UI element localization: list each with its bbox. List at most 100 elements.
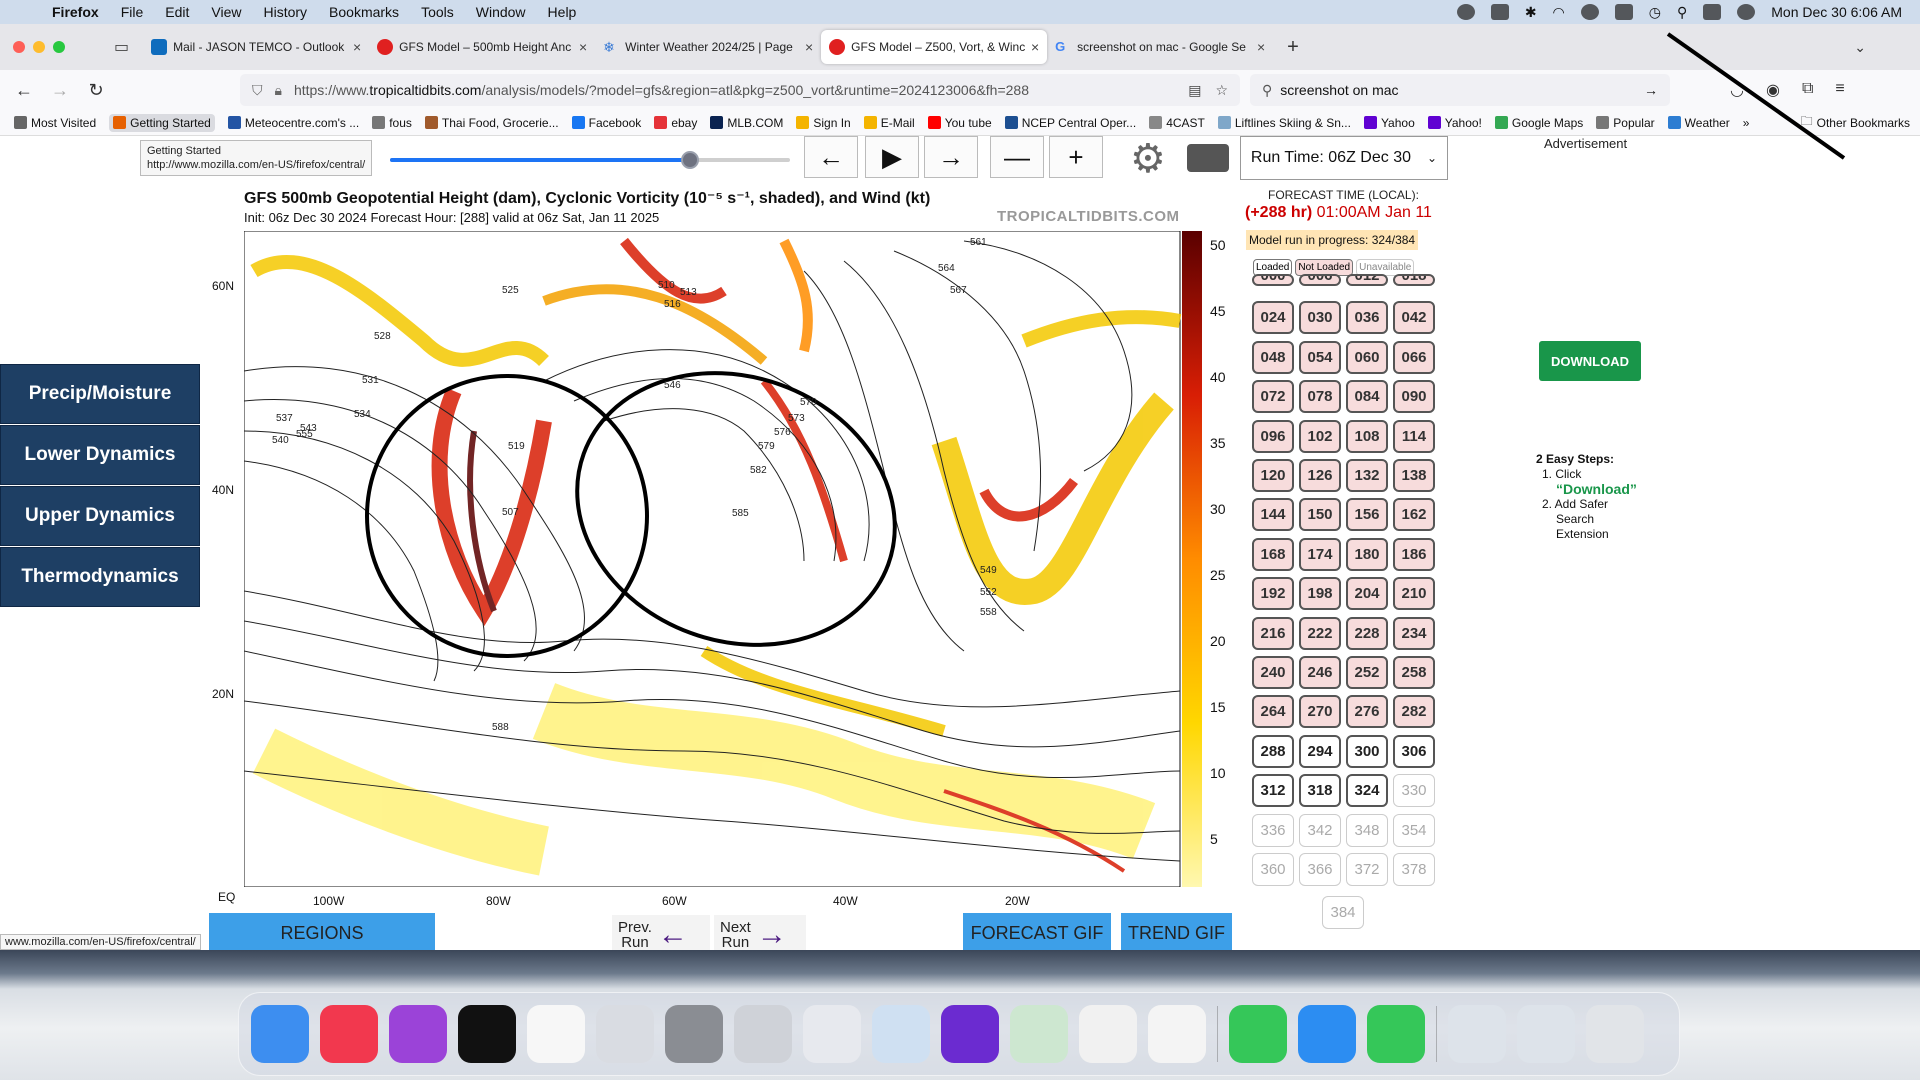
forecast-hour-button[interactable]: 156 [1346,498,1388,532]
menu-view[interactable]: View [211,4,241,20]
forecast-hour-button[interactable]: 240 [1252,656,1294,689]
step-forward-button[interactable]: → [924,136,978,178]
blocked-app-icon[interactable] [1010,1005,1068,1063]
forecast-hour-button[interactable]: 282 [1393,695,1435,729]
forecast-hour-button[interactable]: 090 [1393,380,1435,414]
sidebar-item-precip-moisture[interactable]: Precip/Moisture [0,364,200,424]
forecast-hour-button[interactable]: 054 [1299,340,1341,374]
regions-button[interactable]: REGIONS [209,913,435,950]
forecast-hour-button[interactable]: 012 [1346,274,1388,286]
forecast-hour-button[interactable]: 000 [1252,274,1294,286]
prev-run-button[interactable]: Prev. Run ← [612,915,710,950]
forecast-hour-button[interactable]: 312 [1252,774,1294,808]
forecast-hour-button[interactable]: 234 [1393,616,1435,650]
bookmark-item[interactable]: Liftlines Skiing & Sn... [1217,116,1351,130]
menu-bookmarks[interactable]: Bookmarks [329,4,399,20]
bookmark-item[interactable]: NCEP Central Oper... [1004,116,1136,130]
forecast-hour-button[interactable]: 198 [1299,577,1341,611]
forecast-hour-button[interactable]: 102 [1299,419,1341,453]
forecast-hour-button[interactable]: 210 [1393,577,1435,611]
tracking-shield-icon[interactable]: ⛉ [252,82,263,99]
url-bar[interactable]: ⛉ 🔒︎ https://www. tropicaltidbits.com/ana… [240,74,1240,106]
close-icon[interactable]: × [1031,39,1039,55]
forecast-hour-button[interactable]: 144 [1252,498,1294,532]
chrome-icon[interactable] [1079,1005,1137,1063]
new-tab-button[interactable]: + [1287,36,1299,59]
forecast-hour-button[interactable]: 048 [1252,340,1294,374]
forecast-hour-button[interactable]: 222 [1299,616,1341,650]
forecast-hour-button[interactable]: 294 [1299,734,1341,768]
menu-tools[interactable]: Tools [421,4,454,20]
trash-icon[interactable] [1586,1005,1644,1063]
bookmark-item[interactable]: Yahoo! [1427,116,1482,130]
tab-winter-weather[interactable]: ❄ Winter Weather 2024/25 | Page × [595,30,821,64]
menu-help[interactable]: Help [548,4,577,20]
other-bookmarks[interactable]: 🗀 Other Bookmarks [1801,112,1910,133]
forecast-hour-slider[interactable] [390,151,790,169]
bookmark-star-icon[interactable]: ☆ [1215,82,1228,99]
menu-hamburger-icon[interactable]: ≡ [1835,80,1844,100]
forecast-hour-button[interactable]: 174 [1299,537,1341,571]
close-icon[interactable]: × [579,39,587,55]
messages-icon[interactable] [1229,1005,1287,1063]
menu-window[interactable]: Window [476,4,526,20]
bluetooth-icon[interactable]: ✱ [1525,4,1537,21]
forecast-hour-button[interactable]: 270 [1299,695,1341,729]
forecast-hour-button[interactable]: 252 [1346,656,1388,689]
clock-icon[interactable]: ◷ [1649,4,1661,21]
bookmark-item[interactable]: MLB.COM [710,116,783,130]
forecast-gif-button[interactable]: FORECAST GIF [963,913,1111,950]
forecast-hour-button[interactable]: 138 [1393,459,1435,492]
forecast-hour-button[interactable]: 306 [1393,734,1435,768]
forecast-hour-button[interactable]: 192 [1252,577,1294,611]
bookmark-item[interactable]: Sign In [796,116,851,130]
forecast-hour-button[interactable]: 096 [1252,419,1294,453]
mail-icon[interactable] [1298,1005,1356,1063]
downloads-icon[interactable] [1448,1005,1506,1063]
display-icon[interactable] [1614,4,1633,20]
music-icon[interactable] [320,1005,378,1063]
forecast-hour-button[interactable]: 186 [1393,537,1435,571]
bookmark-item[interactable]: Meteocentre.com's ... [227,116,359,130]
forecast-hour-button[interactable]: 216 [1252,616,1294,650]
pocket-icon[interactable]: ◡ [1730,80,1744,100]
control-center-icon[interactable] [1703,4,1722,20]
forecast-hour-button[interactable]: 288 [1252,734,1294,768]
forecast-hour-button[interactable]: 018 [1393,274,1435,286]
forecast-hour-button[interactable]: 126 [1299,459,1341,492]
bookmark-item[interactable]: Facebook [571,116,641,130]
bookmark-item[interactable]: Most Visited [14,116,96,130]
zoom-window-button[interactable] [53,41,65,53]
reader-view-icon[interactable]: ▤ [1188,82,1201,99]
forecast-hour-button[interactable]: 066 [1393,340,1435,374]
status-icon[interactable] [1490,4,1509,20]
search-go-arrow-icon[interactable]: → [1644,82,1658,98]
menu-history[interactable]: History [263,4,307,20]
close-window-button[interactable] [13,41,25,53]
play-button[interactable]: ▶ [865,136,919,178]
forecast-hour-button[interactable]: 264 [1252,695,1294,729]
step-back-button[interactable]: ← [804,136,858,178]
minimize-window-button[interactable] [33,41,45,53]
bookmark-item[interactable]: E-Mail [863,116,915,130]
siri-icon[interactable] [1737,4,1756,20]
forecast-hour-button[interactable]: 030 [1299,301,1341,335]
bookmark-item[interactable]: Getting Started [109,113,215,132]
step-1-download-link[interactable]: “Download” [1536,482,1637,497]
firefox-icon[interactable] [941,1005,999,1063]
bookmarks-overflow-chevron-icon[interactable]: » [1743,116,1750,130]
close-icon[interactable]: × [1257,39,1265,55]
status-icon[interactable] [1456,4,1475,20]
bookmark-item[interactable]: Popular [1596,116,1655,130]
bookmark-item[interactable]: fous [372,116,412,130]
app-name[interactable]: Firefox [52,4,99,20]
tab-google-search[interactable]: G screenshot on mac - Google Se × [1047,30,1273,64]
forecast-hour-button[interactable]: 168 [1252,537,1294,571]
forecast-hour-button[interactable]: 258 [1393,656,1435,689]
run-time-select[interactable]: Run Time: 06Z Dec 30 ⌄ [1240,136,1448,180]
download-button[interactable]: DOWNLOAD [1539,341,1641,381]
forecast-hour-button[interactable]: 276 [1346,695,1388,729]
bookmark-item[interactable]: Weather [1667,116,1730,130]
lock-icon[interactable]: 🔒︎ [275,82,282,99]
forecast-hour-button[interactable]: 006 [1299,274,1341,286]
